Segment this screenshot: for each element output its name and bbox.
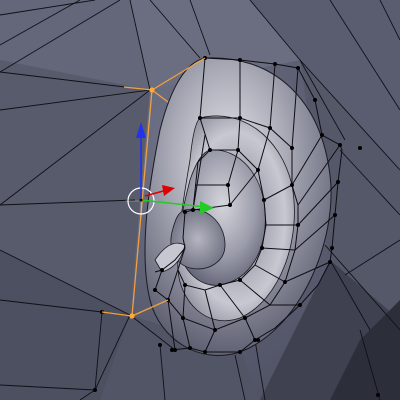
3d-viewport[interactable] [0,0,400,400]
viewport-canvas[interactable] [0,0,400,400]
ear-mesh [144,57,332,356]
